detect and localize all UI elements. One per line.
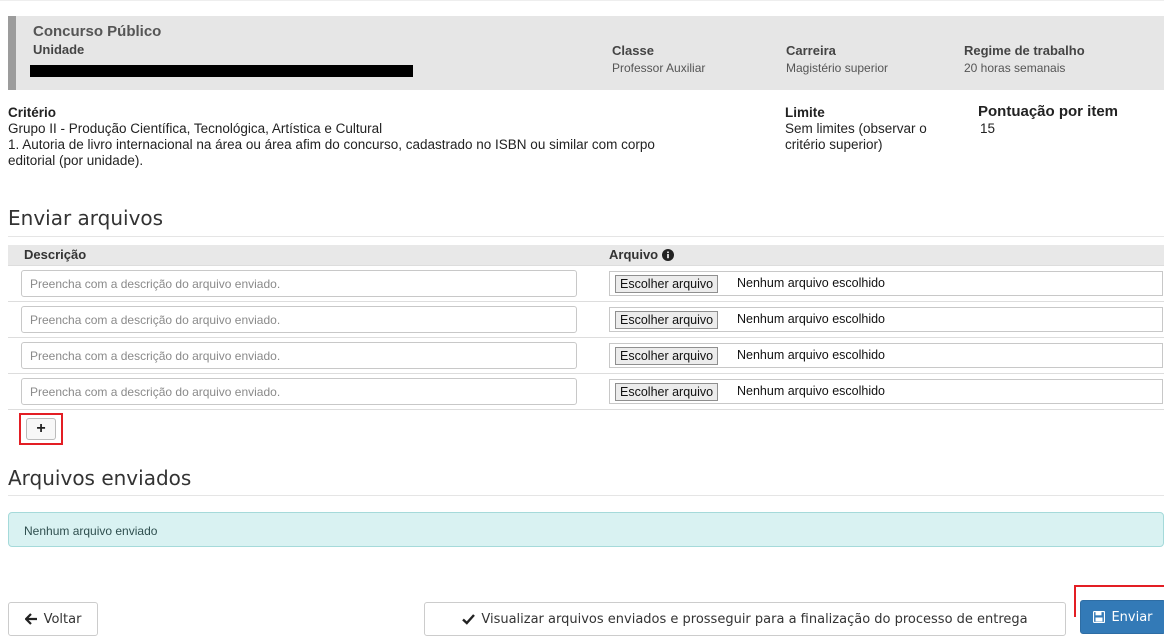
back-button[interactable]: Voltar [8, 602, 98, 636]
criterio-label: Critério [8, 105, 57, 120]
unidade-label: Unidade [33, 42, 85, 57]
view-and-proceed-button[interactable]: Visualizar arquivos enviados e prossegui… [424, 602, 1066, 636]
file-input-2[interactable]: Escolher arquivo Nenhum arquivo escolhid… [609, 307, 1163, 332]
description-input-1[interactable] [21, 270, 577, 297]
file-input-1[interactable]: Escolher arquivo Nenhum arquivo escolhid… [609, 271, 1163, 296]
regime-value: 20 horas semanais [964, 61, 1066, 75]
choose-file-button-3[interactable]: Escolher arquivo [615, 347, 719, 365]
limite-value-line2: critério superior) [785, 137, 883, 152]
col-arquivo-label: Arquivo [609, 247, 659, 262]
sent-heading-divider [8, 495, 1164, 496]
description-input-3[interactable] [21, 342, 577, 369]
add-row-highlight: + [19, 413, 63, 445]
criterio-desc-line2: editorial (por unidade). [8, 153, 144, 168]
floppy-disk-icon [1093, 611, 1106, 623]
description-input-4[interactable] [21, 378, 577, 405]
regime-label: Regime de trabalho [964, 43, 1085, 58]
row-divider [8, 265, 1164, 266]
pontuacao-label: Pontuação por item [978, 103, 1119, 120]
file-status-3: Nenhum arquivo escolhido [737, 348, 886, 362]
criterio-desc-line1: 1. Autoria de livro internacional na áre… [8, 137, 655, 152]
criterio-group: Grupo II - Produção Científica, Tecnológ… [8, 121, 383, 136]
upload-table-header: Descrição Arquivo [8, 245, 1164, 265]
description-input-2[interactable] [21, 306, 577, 333]
row-divider [8, 409, 1164, 410]
choose-file-button-1[interactable]: Escolher arquivo [615, 275, 719, 293]
row-divider [8, 373, 1164, 374]
file-input-4[interactable]: Escolher arquivo Nenhum arquivo escolhid… [609, 379, 1163, 404]
col-descricao: Descrição [24, 247, 87, 262]
back-button-label: Voltar [43, 611, 82, 627]
classe-value: Professor Auxiliar [612, 61, 706, 75]
classe-label: Classe [612, 43, 654, 58]
add-row-button[interactable]: + [26, 418, 56, 440]
upload-heading: Enviar arquivos [8, 206, 164, 230]
send-button-label: Enviar [1111, 609, 1153, 625]
file-input-3[interactable]: Escolher arquivo Nenhum arquivo escolhid… [609, 343, 1163, 368]
contest-info-panel: Concurso Público Unidade Classe Professo… [8, 16, 1164, 90]
no-files-message: Nenhum arquivo enviado [24, 524, 158, 538]
info-circle-icon[interactable] [662, 248, 675, 261]
choose-file-button-2[interactable]: Escolher arquivo [615, 311, 719, 329]
pontuacao-value: 15 [980, 121, 996, 136]
col-arquivo: Arquivo [609, 247, 675, 262]
no-files-alert: Nenhum arquivo enviado [8, 512, 1164, 547]
file-status-1: Nenhum arquivo escolhido [737, 276, 886, 290]
limite-label: Limite [785, 105, 825, 120]
redacted-unidade [30, 65, 413, 77]
choose-file-button-4[interactable]: Escolher arquivo [615, 383, 719, 401]
row-divider [8, 301, 1164, 302]
contest-title: Concurso Público [33, 23, 162, 40]
top-border [0, 0, 1164, 4]
file-status-2: Nenhum arquivo escolhido [737, 312, 886, 326]
limite-value-line1: Sem limites (observar o [785, 121, 927, 136]
carreira-label: Carreira [786, 43, 836, 58]
row-divider [8, 337, 1164, 338]
view-and-proceed-label: Visualizar arquivos enviados e prossegui… [481, 611, 1028, 627]
file-status-4: Nenhum arquivo escolhido [737, 384, 886, 398]
carreira-value: Magistério superior [786, 61, 889, 75]
sent-heading: Arquivos enviados [8, 466, 192, 490]
send-button[interactable]: Enviar [1080, 600, 1164, 634]
upload-heading-divider [8, 236, 1164, 237]
